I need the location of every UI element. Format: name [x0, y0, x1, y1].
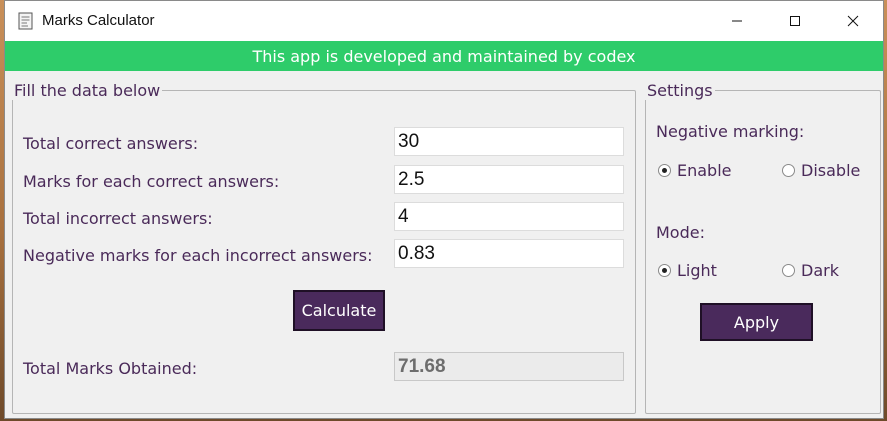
total-marks-output: 71.68 [394, 352, 624, 381]
marks-each-correct-input[interactable]: 2.5 [394, 165, 624, 194]
title-bar[interactable]: Marks Calculator [5, 1, 883, 41]
total-incorrect-input[interactable]: 4 [394, 202, 624, 231]
mode-light-radio[interactable]: Light [658, 261, 717, 280]
mode-dark-label: Dark [801, 261, 839, 280]
developer-banner: This app is developed and maintained by … [5, 41, 883, 71]
close-button[interactable] [824, 1, 882, 41]
negative-marking-label: Negative marking: [656, 122, 805, 141]
mode-label: Mode: [656, 223, 705, 242]
total-correct-label: Total correct answers: [23, 134, 199, 153]
maximize-button[interactable] [766, 1, 824, 41]
negative-marking-disable-label: Disable [801, 161, 861, 180]
minimize-button[interactable] [708, 1, 766, 41]
radio-indicator [658, 264, 671, 277]
settings-legend: Settings [647, 81, 713, 100]
close-icon [847, 15, 859, 27]
negative-marks-label: Negative marks for each incorrect answer… [23, 246, 373, 265]
total-marks-label: Total Marks Obtained: [23, 359, 198, 378]
window-title: Marks Calculator [42, 12, 155, 29]
data-group-legend: Fill the data below [14, 81, 161, 100]
radio-indicator [658, 164, 671, 177]
apply-button[interactable]: Apply [700, 303, 813, 341]
negative-marks-input[interactable]: 0.83 [394, 239, 624, 268]
total-incorrect-label: Total incorrect answers: [23, 209, 213, 228]
minimize-icon [732, 20, 742, 22]
radio-indicator [782, 264, 795, 277]
maximize-icon [790, 16, 800, 26]
negative-marking-disable-radio[interactable]: Disable [782, 161, 860, 180]
total-correct-input[interactable]: 30 [394, 127, 624, 156]
negative-marking-enable-label: Enable [677, 161, 732, 180]
mode-dark-radio[interactable]: Dark [782, 261, 839, 280]
app-icon [18, 12, 33, 30]
calculate-button[interactable]: Calculate [293, 290, 385, 331]
radio-indicator [782, 164, 795, 177]
negative-marking-enable-radio[interactable]: Enable [658, 161, 732, 180]
marks-each-correct-label: Marks for each correct answers: [23, 172, 280, 191]
app-window: Marks Calculator This app is developed a… [4, 0, 884, 419]
mode-light-label: Light [677, 261, 717, 280]
